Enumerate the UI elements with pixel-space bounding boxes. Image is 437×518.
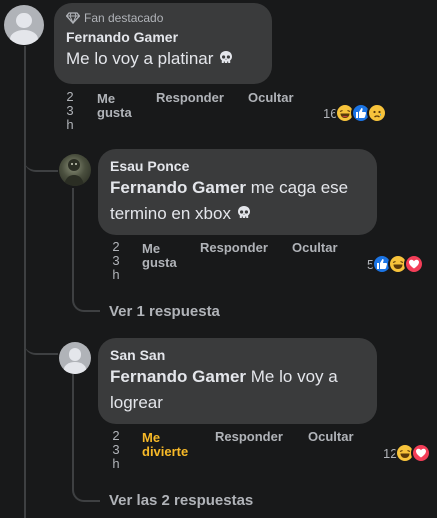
reply-button[interactable]: Responder <box>215 429 283 444</box>
comment-bubble: Fan destacado Fernando Gamer Me lo voy a… <box>54 3 272 84</box>
like-button[interactable]: Me gusta <box>97 92 132 120</box>
reply-button[interactable]: Responder <box>200 240 268 255</box>
hide-button[interactable]: Ocultar <box>292 240 338 255</box>
reaction-summary[interactable]: 5 <box>367 254 437 274</box>
comment-timestamp[interactable]: 2 3 h <box>111 240 121 282</box>
reply-connector <box>72 374 100 502</box>
comment-text: Me lo voy a platinar <box>66 46 260 72</box>
avatar-head-shape <box>16 13 32 29</box>
mention-link[interactable]: Fernando Gamer <box>110 367 246 386</box>
hide-button[interactable]: Ocultar <box>308 429 354 444</box>
view-replies-link[interactable]: Ver las 2 respuestas <box>109 492 253 509</box>
avatar-body-shape <box>63 361 87 374</box>
comment-text: Fernando Gamer Me lo voy a logrear <box>110 364 365 416</box>
diamond-icon <box>66 12 80 24</box>
comment-author[interactable]: Esau Ponce <box>110 157 365 175</box>
love-icon <box>404 254 425 274</box>
mention-link[interactable]: Fernando Gamer <box>110 178 246 197</box>
thread-line <box>24 46 26 518</box>
love-icon <box>411 443 432 463</box>
comment-text-body: Me lo voy a platinar <box>66 49 214 68</box>
reaction-summary[interactable]: 16 <box>323 103 388 123</box>
comment-text-body: Me lo voy a <box>246 367 338 386</box>
avatar[interactable] <box>4 5 44 45</box>
badge-label: Fan destacado <box>84 11 164 25</box>
skull-emoji-icon <box>220 51 233 63</box>
reply-connector <box>72 188 100 312</box>
sad-icon <box>367 103 388 123</box>
comment-author[interactable]: Fernando Gamer <box>66 28 260 46</box>
avatar-photo-silhouette <box>64 159 84 186</box>
avatar[interactable] <box>59 342 91 374</box>
comment-text-body: termino en xbox <box>110 204 231 223</box>
avatar[interactable] <box>59 154 91 186</box>
thread-connector <box>24 150 58 172</box>
reply-button[interactable]: Responder <box>156 90 224 105</box>
comment-text-body: me caga ese <box>246 178 349 197</box>
comment-timestamp[interactable]: 2 3 h <box>65 90 75 132</box>
avatar-body-shape <box>10 29 38 45</box>
view-replies-link[interactable]: Ver 1 respuesta <box>109 303 220 320</box>
comment-author[interactable]: San San <box>110 346 365 364</box>
reaction-summary[interactable]: 12 <box>383 443 437 463</box>
comment-bubble: San San Fernando Gamer Me lo voy a logre… <box>98 338 377 424</box>
thread-connector <box>24 333 58 355</box>
like-button[interactable]: Me gusta <box>142 242 177 270</box>
comment-bubble: Esau Ponce Fernando Gamer me caga ese te… <box>98 149 377 235</box>
hide-button[interactable]: Ocultar <box>248 90 294 105</box>
avatar-head-shape <box>68 348 82 361</box>
comment-timestamp[interactable]: 2 3 h <box>111 429 121 471</box>
comment-text-body: logrear <box>110 393 163 412</box>
like-button[interactable]: Me divierte <box>142 431 188 459</box>
comment-text: Fernando Gamer me caga ese termino en xb… <box>110 175 365 227</box>
skull-emoji-icon <box>237 206 250 218</box>
fan-badge[interactable]: Fan destacado <box>66 11 260 25</box>
